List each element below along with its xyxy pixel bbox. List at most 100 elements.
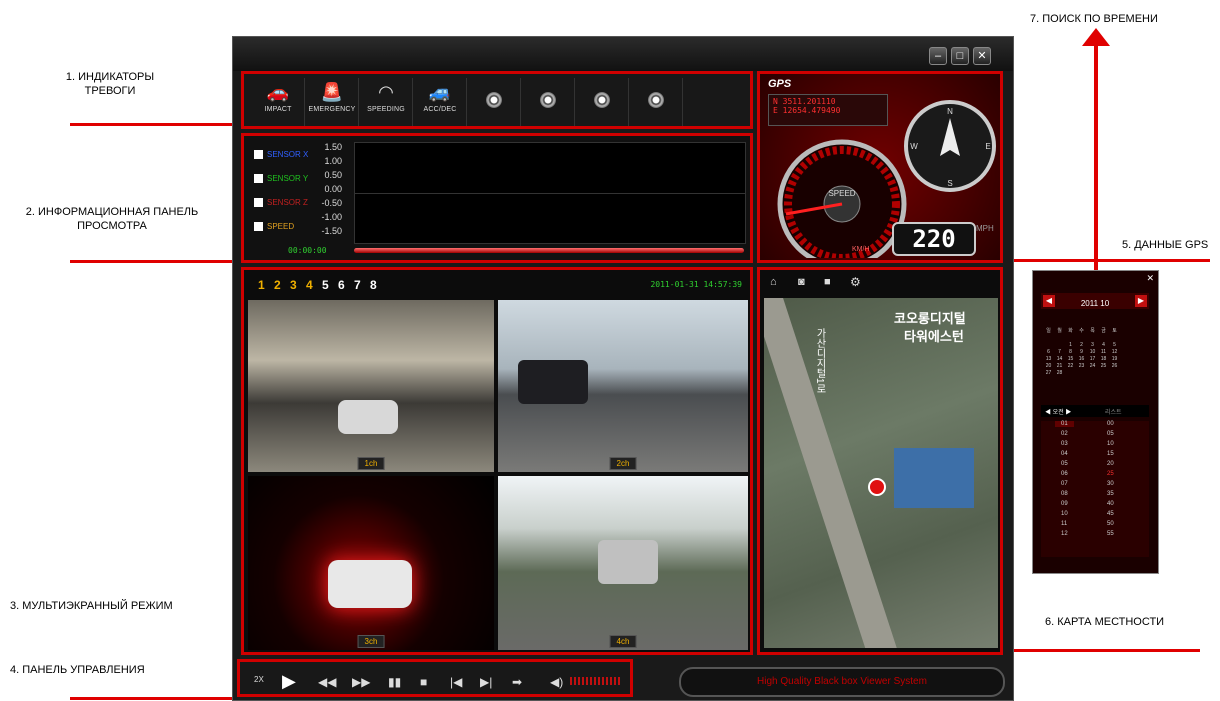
hour-cell[interactable]: 09 [1061, 501, 1068, 507]
next-button[interactable]: ▶| [480, 675, 492, 689]
time-row[interactable]: 08 35 [1041, 491, 1149, 501]
sensor-y-toggle[interactable]: SENSOR Y [254, 174, 308, 184]
tab-am[interactable]: ◀ 오전 ▶ [1045, 407, 1071, 416]
fast-forward-button[interactable]: ▶▶ [352, 675, 370, 689]
calendar-close-icon[interactable]: ✕ [1146, 273, 1154, 284]
camera-icon[interactable]: ◙ [798, 276, 805, 288]
next-month-button[interactable]: ▶ [1135, 295, 1147, 307]
minute-cell[interactable]: 45 [1107, 511, 1114, 517]
sensor-z-toggle[interactable]: SENSOR Z [254, 198, 308, 208]
channel-4-button[interactable]: 4 [306, 278, 313, 292]
checkbox[interactable] [254, 222, 263, 232]
day[interactable]: 28 [1054, 370, 1065, 376]
speed-multiplier[interactable]: 2X [254, 675, 264, 684]
time-row[interactable]: 09 40 [1041, 501, 1149, 511]
time-row[interactable]: 06 25 [1041, 471, 1149, 481]
channel-7-button[interactable]: 7 [354, 278, 361, 292]
video-icon[interactable]: ■ [824, 276, 831, 288]
map-navigate-icon[interactable]: ⌂ [770, 276, 777, 288]
camera-2-view[interactable]: 2ch [498, 300, 748, 472]
forward-arrow-button[interactable]: ➡ [512, 675, 522, 689]
time-row[interactable]: 05 20 [1041, 461, 1149, 471]
camera-4-view[interactable]: 4ch [498, 476, 748, 650]
camera-3-view[interactable]: 3ch [248, 476, 494, 650]
hour-cell[interactable]: 08 [1061, 491, 1068, 497]
checkbox[interactable] [254, 174, 263, 184]
tab-list[interactable]: 리스트 [1105, 407, 1122, 416]
previous-button[interactable]: |◀ [450, 675, 462, 689]
minute-cell[interactable]: 35 [1107, 491, 1114, 497]
minute-cell[interactable]: 55 [1107, 531, 1114, 537]
time-row[interactable]: 10 45 [1041, 511, 1149, 521]
channel-3-button[interactable]: 3 [290, 278, 297, 292]
time-row[interactable]: 02 05 [1041, 431, 1149, 441]
alarm-slot-7[interactable] [576, 78, 629, 126]
alarm-emergency[interactable]: 🚨 EMERGENCY [306, 78, 359, 126]
alarm-slot-5[interactable] [468, 78, 521, 126]
sensor-x-toggle[interactable]: SENSOR X [254, 150, 308, 160]
stop-button[interactable]: ■ [420, 675, 427, 689]
pause-button[interactable]: ▮▮ [388, 675, 401, 689]
channel-6-button[interactable]: 6 [338, 278, 345, 292]
day[interactable]: 23 [1076, 363, 1087, 369]
hour-cell[interactable]: 05 [1061, 461, 1068, 467]
hour-cell[interactable]: 01 [1055, 421, 1074, 427]
minute-cell[interactable]: 00 [1107, 421, 1114, 427]
alarm-speeding[interactable]: ◠ SPEEDING [360, 78, 413, 126]
time-row[interactable]: 03 10 [1041, 441, 1149, 451]
day[interactable]: 25 [1098, 363, 1109, 369]
alarm-impact[interactable]: 🚗 IMPACT [252, 78, 305, 126]
time-row[interactable]: 04 15 [1041, 451, 1149, 461]
day[interactable]: 26 [1109, 363, 1120, 369]
minute-cell[interactable]: 10 [1107, 441, 1114, 447]
time-list[interactable]: 01 00 02 05 03 10 04 15 05 20 06 25 07 30 08 35 09 40 10 4… [1041, 421, 1149, 557]
hour-cell[interactable]: 06 [1061, 471, 1068, 477]
close-button[interactable]: ✕ [973, 47, 991, 65]
title-bar[interactable]: – □ ✕ [233, 37, 1013, 71]
hour-cell[interactable]: 07 [1061, 481, 1068, 487]
channel-8-button[interactable]: 8 [370, 278, 377, 292]
minute-cell[interactable]: 40 [1107, 501, 1114, 507]
volume-icon[interactable]: ◀) [550, 675, 563, 689]
day[interactable]: 22 [1065, 363, 1076, 369]
camera-1-view[interactable]: 1ch [248, 300, 494, 472]
calendar-grid[interactable]: 일월화수목금토 12345 6 7 8 9 10 11 12 13 14 15 16 17 18 19 … [1043, 319, 1151, 376]
channel-1-button[interactable]: 1 [258, 278, 265, 292]
hour-cell[interactable]: 03 [1061, 441, 1068, 447]
alarm-accdec[interactable]: 🚙 ACC/DEC [414, 78, 467, 126]
minute-cell[interactable]: 50 [1107, 521, 1114, 527]
channel-5-button[interactable]: 5 [322, 278, 329, 292]
settings-icon[interactable]: ⚙ [850, 275, 861, 289]
speed-toggle[interactable]: SPEED [254, 222, 294, 232]
satellite-map[interactable]: 코오롱디지털 타워에스턴 가산디지털1로 [764, 298, 998, 648]
hour-cell[interactable]: 11 [1061, 521, 1067, 527]
time-row[interactable]: 07 30 [1041, 481, 1149, 491]
volume-slider[interactable] [570, 677, 622, 685]
minute-cell[interactable]: 05 [1107, 431, 1114, 437]
checkbox[interactable] [254, 198, 263, 208]
hour-cell[interactable]: 10 [1061, 511, 1068, 517]
hour-cell[interactable]: 12 [1061, 531, 1068, 537]
location-marker-icon[interactable] [868, 478, 886, 496]
hour-cell[interactable]: 02 [1061, 431, 1068, 437]
minute-cell[interactable]: 15 [1107, 451, 1114, 457]
day[interactable]: 27 [1043, 370, 1054, 376]
alarm-slot-8[interactable] [630, 78, 683, 126]
time-row[interactable]: 01 00 [1041, 421, 1149, 429]
minimize-button[interactable]: – [929, 47, 947, 65]
maximize-button[interactable]: □ [951, 47, 969, 65]
minute-cell[interactable]: 30 [1107, 481, 1114, 487]
timeline-slider[interactable] [354, 248, 744, 253]
alarm-slot-6[interactable] [522, 78, 575, 126]
minute-cell[interactable]: 20 [1107, 461, 1114, 467]
checkbox[interactable] [254, 150, 263, 160]
prev-month-button[interactable]: ◀ [1043, 295, 1055, 307]
rewind-button[interactable]: ◀◀ [318, 675, 336, 689]
channel-2-button[interactable]: 2 [274, 278, 281, 292]
play-button[interactable]: ▶ [282, 671, 296, 692]
hour-cell[interactable]: 04 [1061, 451, 1068, 457]
day[interactable]: 24 [1087, 363, 1098, 369]
minute-cell[interactable]: 25 [1107, 471, 1114, 477]
time-row[interactable]: 11 50 [1041, 521, 1149, 531]
time-row[interactable]: 12 55 [1041, 531, 1149, 541]
